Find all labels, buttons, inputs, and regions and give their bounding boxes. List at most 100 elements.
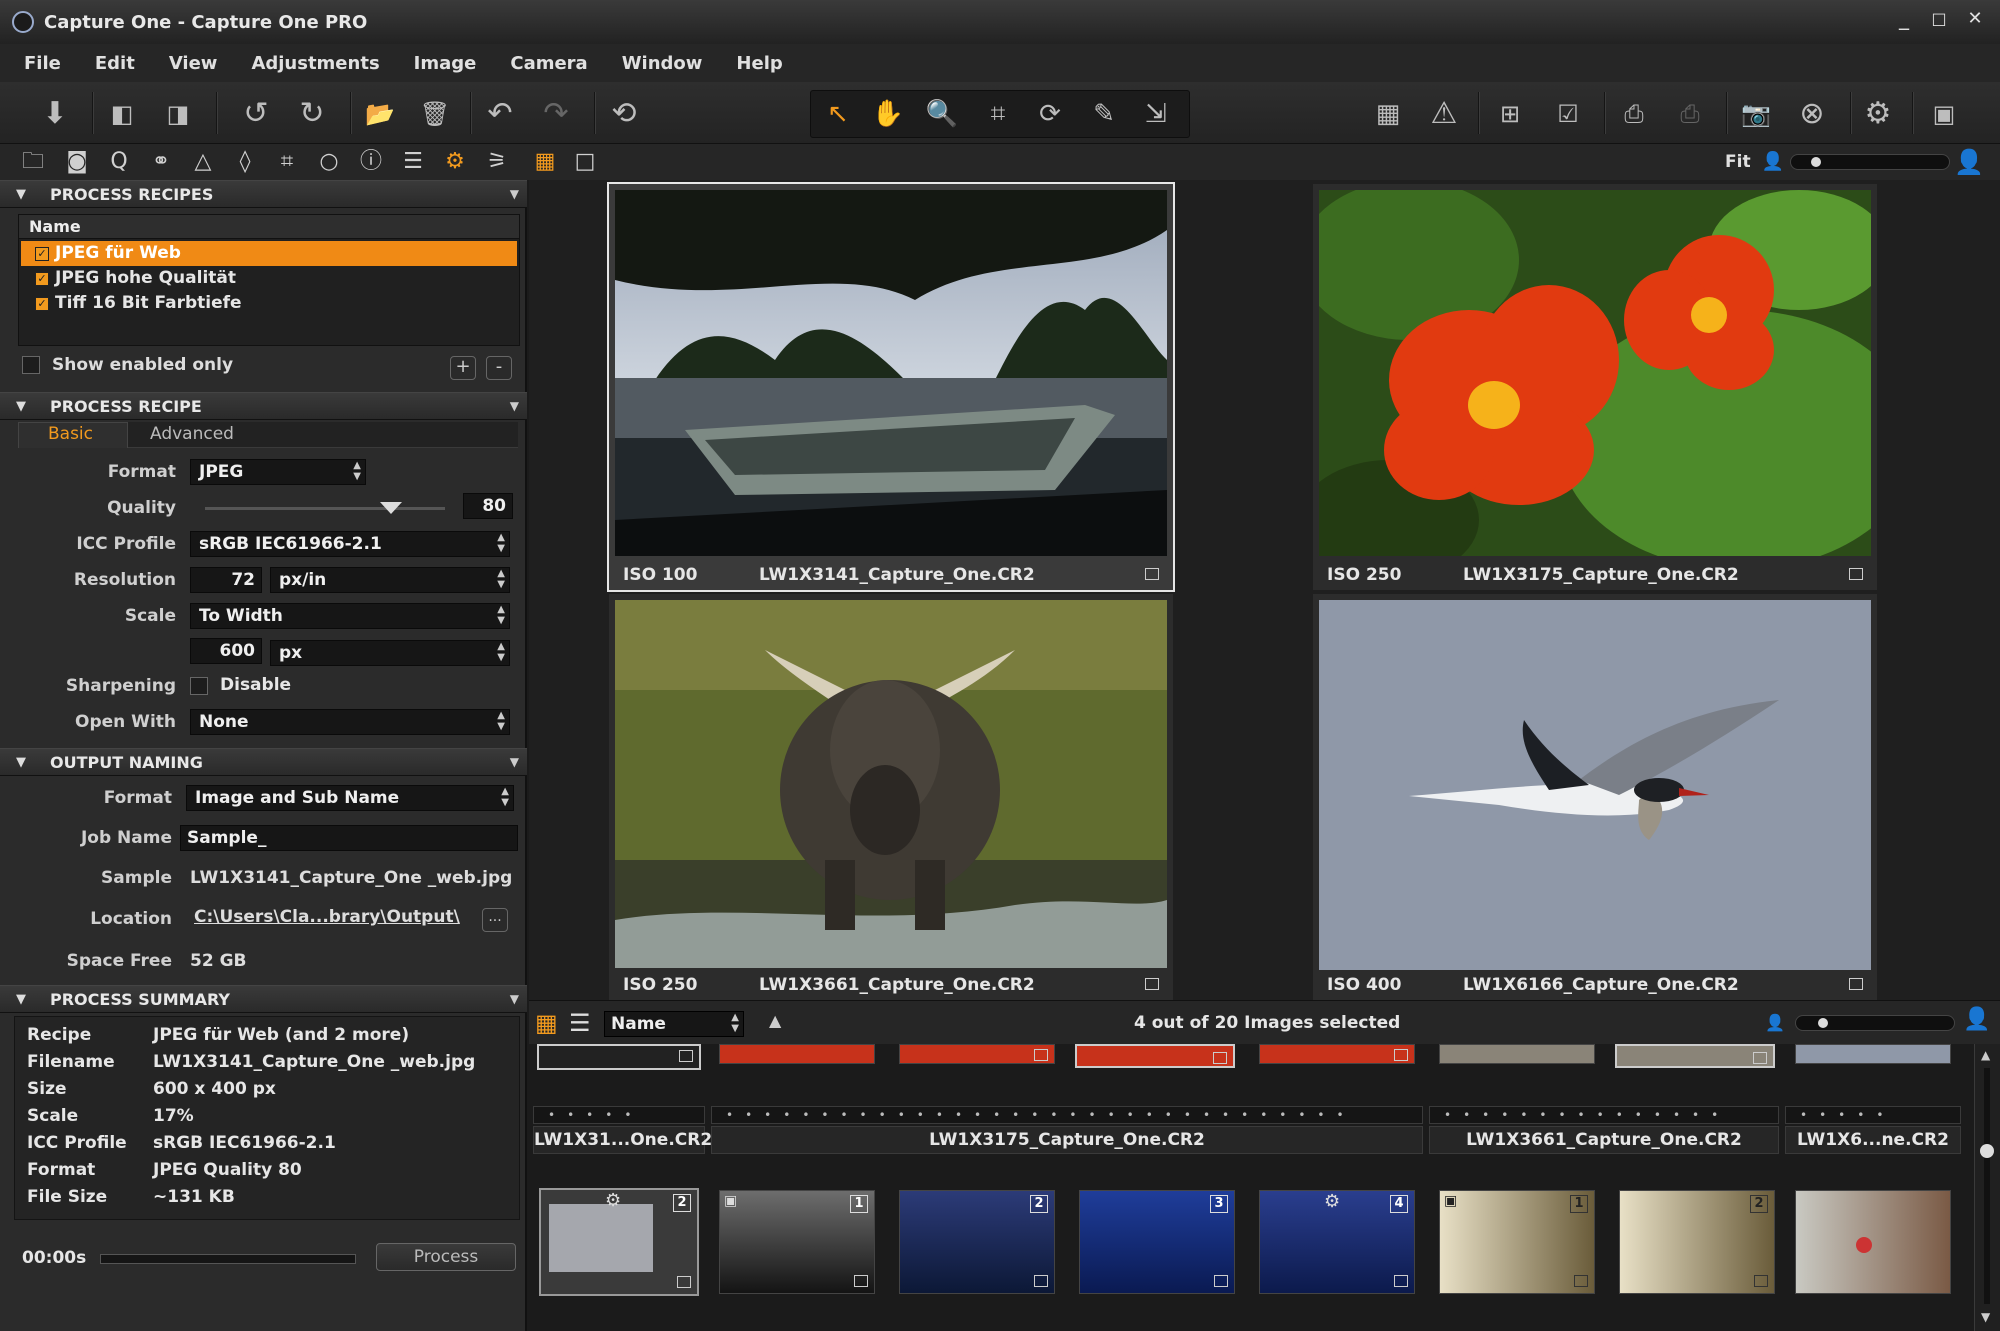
recipe-checkbox[interactable]: ✓ xyxy=(35,247,49,261)
clone-variant-icon[interactable]: ☑ xyxy=(1548,94,1588,134)
recipe-item-jpeg-web[interactable]: ✓ JPEG für Web xyxy=(21,241,517,266)
tab-advanced[interactable]: Advanced xyxy=(150,424,234,444)
picker-icon[interactable]: ✎ xyxy=(1084,94,1124,134)
minimize-button[interactable]: _ xyxy=(1887,6,1921,30)
tethered-icon[interactable]: ▣ xyxy=(1924,94,1964,134)
thumbnail-item[interactable] xyxy=(719,1044,875,1064)
thumbnail-item[interactable] xyxy=(1439,1044,1595,1064)
recipe-checkbox[interactable]: ✓ xyxy=(35,272,49,286)
add-recipe-button[interactable]: + xyxy=(450,356,476,380)
hand-icon[interactable]: ✋ xyxy=(868,94,908,134)
lens-tab-icon[interactable]: Q xyxy=(104,148,134,176)
menu-view[interactable]: View xyxy=(169,53,218,74)
browser-grid-icon[interactable]: ▦ xyxy=(535,1009,558,1037)
move-to-folder-icon[interactable]: 📂 xyxy=(360,94,400,134)
process-recipes-header[interactable]: ▼ PROCESS RECIPES ▼ xyxy=(0,180,527,208)
crop-icon[interactable]: ⌗ xyxy=(978,94,1018,134)
grid-icon[interactable]: ▦ xyxy=(1368,94,1408,134)
rotate-right-icon[interactable]: ↻ xyxy=(292,94,332,134)
redo-icon[interactable]: ↷ xyxy=(536,94,576,134)
tab-basic[interactable]: Basic xyxy=(48,424,93,444)
exposure-tab-icon[interactable]: △ xyxy=(188,148,218,176)
browser-list-icon[interactable]: ☰ xyxy=(569,1009,591,1037)
scale-select[interactable]: To Width ▲ ▼ xyxy=(190,603,510,629)
icc-profile-select[interactable]: sRGB IEC61966-2.1 ▲ ▼ xyxy=(190,531,510,557)
resolution-input[interactable]: 72 xyxy=(190,567,262,593)
metadata-tab-icon[interactable]: ⓘ xyxy=(356,148,386,176)
location-link[interactable]: C:\Users\Cla...brary\Output\ xyxy=(194,907,460,927)
menu-file[interactable]: File xyxy=(24,53,61,74)
viewer-image-4[interactable]: ISO 400 LW1X6166_Capture_One.CR2 xyxy=(1313,594,1877,1000)
thumbnail-item[interactable]: ▣ 1 xyxy=(719,1190,875,1294)
delete-icon[interactable]: 🗑 xyxy=(415,94,455,134)
thumbnail-item[interactable] xyxy=(899,1044,1055,1064)
zoom-icon[interactable]: 🔍 xyxy=(922,94,962,134)
menu-window[interactable]: Window xyxy=(622,53,703,74)
local-adjustments-tab-icon[interactable]: ○ xyxy=(314,148,344,176)
thumbnail-item[interactable] xyxy=(1795,1044,1951,1064)
rating-dots[interactable]: ••••••••••••••••••••••••••••••••• xyxy=(711,1106,1423,1124)
output-tab-icon[interactable]: ⚙ xyxy=(440,148,470,176)
image-info-icon[interactable] xyxy=(1849,568,1863,580)
naming-format-select[interactable]: Image and Sub Name ▲ ▼ xyxy=(186,785,514,811)
single-view-icon[interactable]: □ xyxy=(570,148,600,176)
open-with-select[interactable]: None ▲ ▼ xyxy=(190,709,510,735)
rating-dots[interactable]: ••••• xyxy=(1785,1106,1961,1124)
job-name-input[interactable]: Sample_ xyxy=(180,825,518,851)
viewer-image-3[interactable]: ISO 250 LW1X3661_Capture_One.CR2 xyxy=(609,594,1173,1000)
new-variant-icon[interactable]: ⊞ xyxy=(1490,94,1530,134)
rotate-tool-icon[interactable]: ⟳ xyxy=(1030,94,1070,134)
sort-select[interactable]: Name ▲ ▼ xyxy=(604,1011,744,1037)
detail-tab-icon[interactable]: ◊ xyxy=(230,148,260,176)
settings-icon[interactable]: ⚙ xyxy=(1858,94,1898,134)
import-icon[interactable]: ⬇ xyxy=(35,94,75,134)
recipe-item-jpeg-high[interactable]: ✓ JPEG hohe Qualität xyxy=(21,266,517,291)
grid-view-icon[interactable]: ▦ xyxy=(530,148,560,176)
thumbnail-item[interactable] xyxy=(1615,1044,1775,1068)
menu-image[interactable]: Image xyxy=(414,53,477,74)
batch-tab-icon[interactable]: ☰ xyxy=(398,148,428,176)
sharpening-checkbox[interactable] xyxy=(190,677,208,695)
capture-tab-icon[interactable]: ◙ xyxy=(62,148,92,176)
image-info-icon[interactable] xyxy=(1145,978,1159,990)
output-naming-header[interactable]: ▼ OUTPUT NAMING ▼ xyxy=(0,748,527,776)
process-recipe-header[interactable]: ▼ PROCESS RECIPE ▼ xyxy=(0,392,527,420)
browse-location-button[interactable]: ... xyxy=(482,908,508,932)
cursor-icon[interactable]: ↖ xyxy=(818,94,858,134)
close-icon[interactable]: ⊗ xyxy=(1792,94,1832,134)
image-info-icon[interactable] xyxy=(1849,978,1863,990)
remove-recipe-button[interactable]: - xyxy=(486,356,512,380)
maximize-button[interactable]: □ xyxy=(1922,9,1956,28)
scale-width-input[interactable]: 600 xyxy=(190,638,262,664)
next-variant-icon[interactable]: ◨ xyxy=(158,94,198,134)
viewer-image-1[interactable]: ISO 100 LW1X3141_Capture_One.CR2 xyxy=(607,182,1175,592)
rotate-left-icon[interactable]: ↺ xyxy=(236,94,276,134)
recipe-item-tiff-16[interactable]: ✓ Tiff 16 Bit Farbtiefe xyxy=(21,291,517,316)
menu-edit[interactable]: Edit xyxy=(95,53,135,74)
image-info-icon[interactable] xyxy=(1145,568,1159,580)
rating-dots[interactable]: ••••• xyxy=(533,1106,705,1124)
quick-tab-icon[interactable]: ⚞ xyxy=(482,148,512,176)
batch-process-icon[interactable]: ⎙ xyxy=(1670,94,1710,134)
library-tab-icon[interactable]: 🗀 xyxy=(18,148,48,176)
color-tab-icon[interactable]: ⚭ xyxy=(146,148,176,176)
process-icon[interactable]: ⎙ xyxy=(1614,94,1654,134)
undo-icon[interactable]: ↶ xyxy=(480,94,520,134)
thumbnail-item[interactable] xyxy=(1259,1044,1415,1064)
sort-direction-icon[interactable]: ▲ xyxy=(769,1011,781,1030)
rating-dots[interactable]: ••••••••••••••• xyxy=(1429,1106,1779,1124)
thumbnail-item[interactable]: ▣ 1 xyxy=(1439,1190,1595,1294)
reset-icon[interactable]: ⟲ xyxy=(604,94,644,134)
viewer-zoom-slider[interactable] xyxy=(1790,154,1950,170)
viewer-image-2[interactable]: ISO 250 LW1X3175_Capture_One.CR2 xyxy=(1313,184,1877,590)
process-summary-header[interactable]: ▼ PROCESS SUMMARY ▼ xyxy=(0,985,527,1013)
quality-slider-track[interactable] xyxy=(205,507,445,510)
thumbnail-item[interactable] xyxy=(1795,1190,1951,1294)
menu-help[interactable]: Help xyxy=(736,53,782,74)
thumbnail-item[interactable]: 2 xyxy=(899,1190,1055,1294)
menu-adjustments[interactable]: Adjustments xyxy=(251,53,379,74)
thumbnail-item[interactable]: ⚙ 2 xyxy=(539,1188,699,1296)
keystone-icon[interactable]: ⇲ xyxy=(1136,94,1176,134)
thumbnail-scrollbar[interactable]: ▲ ▼ xyxy=(1974,1044,2000,1331)
thumbnail-item[interactable] xyxy=(1075,1044,1235,1068)
